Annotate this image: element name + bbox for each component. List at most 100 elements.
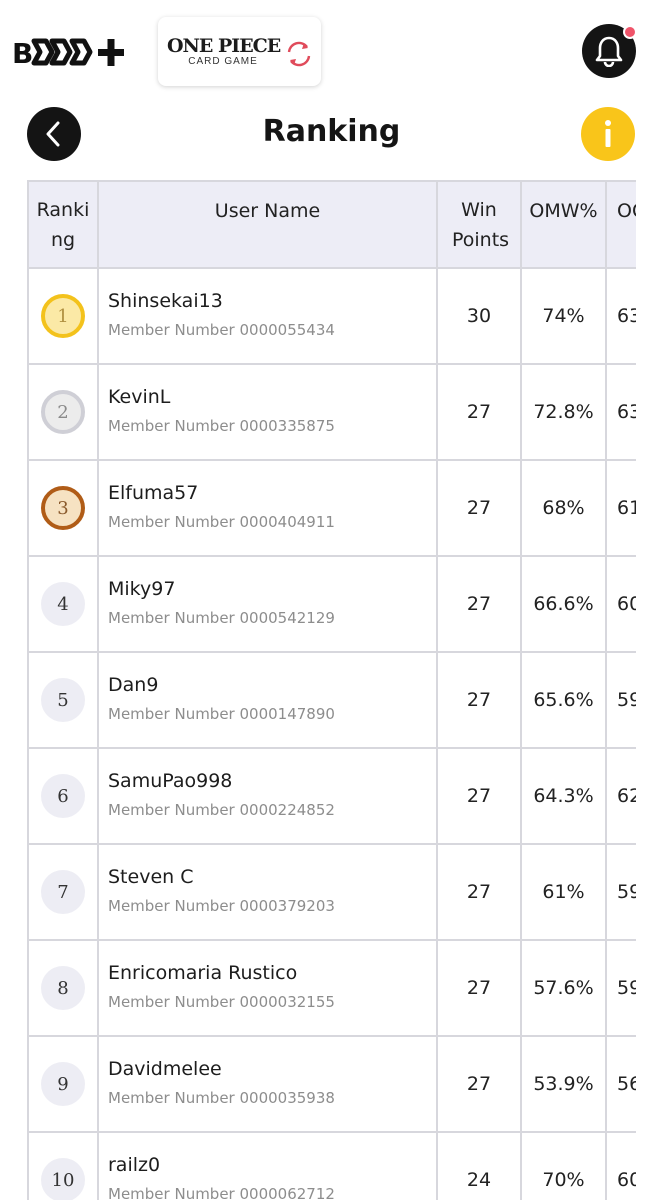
rank-number: 9 [57, 1073, 69, 1095]
omw-cell: 68% [520, 459, 607, 557]
bandai-tcg-plus-logo[interactable]: B [12, 34, 132, 70]
one-piece-card-game-logo[interactable]: ONE PIECE CARD GAME [158, 17, 321, 86]
info-icon [605, 120, 611, 147]
info-button[interactable] [581, 107, 635, 161]
member-number: Member Number 0000379203 [108, 896, 335, 915]
rank-cell: 8 [27, 939, 99, 1037]
oomw-cell: 59 [605, 651, 636, 749]
omw-cell: 72.8% [520, 363, 607, 461]
table-row[interactable]: 8 Enricomaria Rustico Member Number 000003… [27, 939, 636, 1037]
game-logo-main: ONE PIECE [167, 35, 281, 57]
page-title: Ranking [262, 114, 401, 149]
oomw-cell: 63 [605, 267, 636, 365]
win-points-cell: 27 [436, 843, 522, 941]
svg-text:B: B [12, 37, 32, 69]
column-header-omw-label: OMW% [529, 200, 598, 222]
member-number: Member Number 0000055434 [108, 320, 335, 339]
column-header-oomw: OOMW% [605, 180, 636, 269]
oomw-cell: 63 [605, 363, 636, 461]
win-points-cell: 27 [436, 747, 522, 845]
rank-cell: 7 [27, 843, 99, 941]
omw-cell: 64.3% [520, 747, 607, 845]
rotate-arrows-icon [287, 41, 311, 67]
member-number: Member Number 0000224852 [108, 800, 335, 819]
omw-cell: 66.6% [520, 555, 607, 653]
table-row[interactable]: 9 Davidmelee Member Number 0000035938 27 53.… [27, 1035, 636, 1133]
column-header-points-label: Win Points [452, 198, 510, 251]
column-header-rank-label: Ranking [36, 198, 90, 251]
oomw-cell: 60 [605, 1131, 636, 1200]
oomw-cell: 59 [605, 843, 636, 941]
table-row[interactable]: 10 railz0 Member Number 0000062712 2470%60 [27, 1131, 636, 1200]
rank-medal-icon: 1 [41, 294, 85, 338]
user-name: Enricomaria Rustico [108, 961, 298, 984]
member-number: Member Number 0000062712 [108, 1184, 335, 1200]
user-cell: railz0 Member Number 0000062712 [97, 1131, 438, 1200]
rank-number: 10 [51, 1169, 75, 1191]
column-header-oomw-label: OOMW% [617, 200, 636, 222]
rank-medal-icon: 5 [41, 678, 85, 722]
user-name: Steven C [108, 865, 194, 888]
rank-medal-icon: 6 [41, 774, 85, 818]
member-number: Member Number 0000335875 [108, 416, 335, 435]
omw-cell: 61% [520, 843, 607, 941]
column-header-user-label: User Name [214, 200, 321, 222]
brand-logo-icon: B [12, 37, 124, 69]
user-cell: Enricomaria Rustico Member Number 0000032… [97, 939, 438, 1037]
rank-cell: 1 [27, 267, 99, 365]
user-name: Davidmelee [108, 1057, 222, 1080]
user-cell: SamuPao998 Member Number 0000224852 [97, 747, 438, 845]
user-name: SamuPao998 [108, 769, 233, 792]
rank-medal-icon: 4 [41, 582, 85, 626]
win-points-cell: 24 [436, 1131, 522, 1200]
user-cell: Miky97 Member Number 0000542129 [97, 555, 438, 653]
ranking-table: Ranking User Name Win Points OMW% OOMW% … [27, 180, 636, 1200]
oomw-cell: 59 [605, 939, 636, 1037]
column-header-user: User Name [97, 180, 438, 269]
user-name: Dan9 [108, 673, 159, 696]
rank-medal-icon: 10 [41, 1158, 85, 1200]
rank-cell: 10 [27, 1131, 99, 1200]
rank-medal-icon: 3 [41, 486, 85, 530]
table-row[interactable]: 6 SamuPao998 Member Number 0000224852 27 64.… [27, 747, 636, 845]
rank-number: 1 [57, 305, 69, 327]
omw-cell: 74% [520, 267, 607, 365]
table-header-row: Ranking User Name Win Points OMW% OOMW% [27, 180, 636, 269]
omw-cell: 57.6% [520, 939, 607, 1037]
notification-badge [623, 25, 637, 39]
table-row[interactable]: 4 Miky97 Member Number 0000542129 2766.6%60 [27, 555, 636, 653]
rank-number: 2 [57, 401, 69, 423]
rank-medal-icon: 8 [41, 966, 85, 1010]
bell-icon [595, 36, 623, 67]
oomw-cell: 62 [605, 747, 636, 845]
rank-medal-icon: 2 [41, 390, 85, 434]
rank-number: 7 [57, 881, 69, 903]
table-row[interactable]: 3 Elfuma57 Member Number 0000404911 2768%61 [27, 459, 636, 557]
table-row[interactable]: 1 Shinsekai13 Member Number 0000055434 30 74… [27, 267, 636, 365]
rank-cell: 5 [27, 651, 99, 749]
user-cell: KevinL Member Number 0000335875 [97, 363, 438, 461]
user-cell: Elfuma57 Member Number 0000404911 [97, 459, 438, 557]
table-row[interactable]: 2 KevinL Member Number 0000335875 2772.8%63 [27, 363, 636, 461]
table-row[interactable]: 5 Dan9 Member Number 0000147890 2765.6%59 [27, 651, 636, 749]
member-number: Member Number 0000542129 [108, 608, 335, 627]
column-header-rank: Ranking [27, 180, 99, 269]
oomw-cell: 61 [605, 459, 636, 557]
user-name: KevinL [108, 385, 171, 408]
oomw-cell: 56 [605, 1035, 636, 1133]
column-header-points: Win Points [436, 180, 522, 269]
user-cell: Shinsekai13 Member Number 0000055434 [97, 267, 438, 365]
member-number: Member Number 0000032155 [108, 992, 335, 1011]
oomw-cell: 60 [605, 555, 636, 653]
win-points-cell: 27 [436, 555, 522, 653]
rank-number: 6 [57, 785, 69, 807]
user-cell: Davidmelee Member Number 0000035938 [97, 1035, 438, 1133]
win-points-cell: 27 [436, 651, 522, 749]
rank-number: 3 [57, 497, 69, 519]
rank-cell: 9 [27, 1035, 99, 1133]
table-row[interactable]: 7 Steven C Member Number 0000379203 2761%59 [27, 843, 636, 941]
win-points-cell: 27 [436, 459, 522, 557]
member-number: Member Number 0000035938 [108, 1088, 335, 1107]
rank-medal-icon: 7 [41, 870, 85, 914]
ranking-table-container[interactable]: Ranking User Name Win Points OMW% OOMW% … [27, 180, 636, 1200]
